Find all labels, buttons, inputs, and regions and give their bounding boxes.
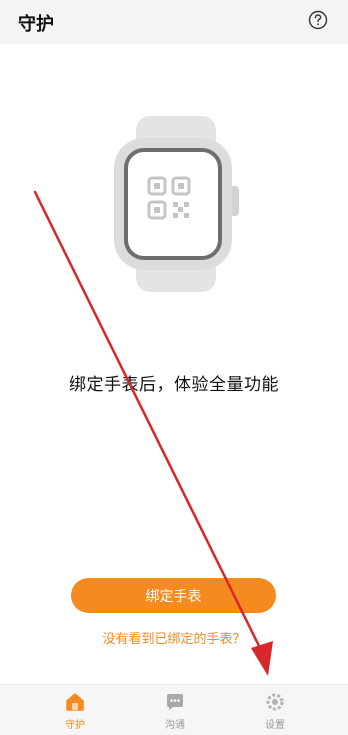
watch-not-found-link[interactable]: 没有看到已绑定的手表？ (0, 628, 348, 647)
settings-icon (264, 691, 286, 713)
tab-label: 设置 (265, 720, 285, 731)
tab-label: 守护 (65, 720, 85, 731)
smartwatch-qr-icon (112, 116, 240, 292)
help-icon[interactable] (308, 10, 328, 30)
main-content: 绑定手表后，体验全量功能 绑定手表 没有看到已绑定的手表？ (0, 44, 348, 684)
bind-watch-button[interactable]: 绑定手表 (71, 578, 276, 613)
home-icon (64, 691, 86, 713)
page-title: 守护 (18, 14, 54, 35)
app-header: 守护 (0, 0, 348, 44)
bind-tagline: 绑定手表后，体验全量功能 (69, 375, 279, 395)
bottom-tab-bar: 守护 沟通 设置 (0, 684, 348, 735)
tab-communicate[interactable]: 沟通 (135, 685, 215, 735)
chat-bubble-icon (164, 691, 186, 713)
tab-guard[interactable]: 守护 (35, 685, 115, 735)
tab-settings[interactable]: 设置 (235, 685, 315, 735)
tab-label: 沟通 (165, 720, 185, 731)
